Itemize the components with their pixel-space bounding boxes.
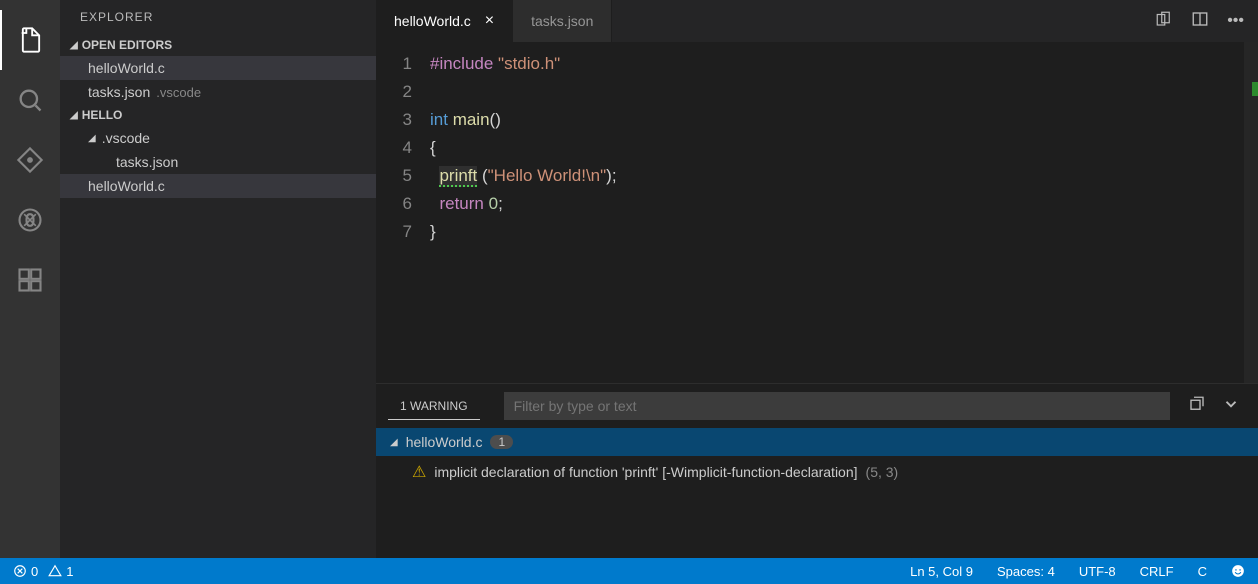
tab-label: tasks.json	[531, 13, 593, 29]
tab-label: helloWorld.c	[394, 13, 471, 29]
code-token: main	[448, 110, 490, 129]
status-left: 0 1	[10, 564, 76, 579]
panel-actions	[1182, 395, 1246, 418]
file-label: helloWorld.c	[88, 178, 165, 194]
code-content[interactable]: #include "stdio.h" int main() { prinft ("…	[430, 42, 1258, 383]
editor-area: helloWorld.c × tasks.json ••• 1 2 3	[376, 0, 1258, 558]
status-eol[interactable]: CRLF	[1137, 564, 1177, 579]
more-icon[interactable]: •••	[1227, 12, 1244, 30]
code-token: }	[430, 222, 436, 241]
open-editor-item[interactable]: helloWorld.c	[60, 56, 376, 80]
status-bar: 0 1 Ln 5, Col 9 Spaces: 4 UTF-8 CRLF C	[0, 558, 1258, 584]
error-count: 0	[31, 564, 38, 579]
line-number: 3	[376, 106, 412, 134]
line-number: 7	[376, 218, 412, 246]
problem-item[interactable]: ⚠ implicit declaration of function 'prin…	[376, 456, 1258, 488]
code-token: {	[430, 138, 436, 157]
code-token: #include	[430, 54, 493, 73]
status-errors[interactable]: 0	[10, 564, 41, 579]
problem-location: (5, 3)	[866, 464, 899, 480]
file-path-dim: .vscode	[156, 85, 201, 100]
source-control-icon[interactable]	[0, 130, 60, 190]
file-label: tasks.json	[88, 84, 150, 100]
tab-bar: helloWorld.c × tasks.json •••	[376, 0, 1258, 42]
sidebar-title: EXPLORER	[60, 0, 376, 34]
project-header[interactable]: ◢ HELLO	[60, 104, 376, 126]
debug-icon[interactable]	[0, 190, 60, 250]
problem-count-badge: 1	[490, 435, 513, 449]
folder-item[interactable]: ◢ .vscode	[60, 126, 376, 150]
status-spaces[interactable]: Spaces: 4	[994, 564, 1058, 579]
open-editors-header[interactable]: ◢ OPEN EDITORS	[60, 34, 376, 56]
code-token: "Hello World!\n"	[488, 166, 607, 185]
code-token: return	[439, 194, 483, 213]
code-token: prinft	[439, 166, 477, 187]
tab-active[interactable]: helloWorld.c ×	[376, 0, 513, 42]
panel-title[interactable]: 1 WARNING	[388, 393, 480, 420]
code-token: 0	[489, 194, 498, 213]
code-token: ()	[490, 110, 501, 129]
chevron-down-icon: ◢	[88, 133, 96, 144]
file-item[interactable]: helloWorld.c	[60, 174, 376, 198]
tab-inactive[interactable]: tasks.json	[513, 0, 612, 42]
split-editor-icon[interactable]	[1191, 10, 1209, 33]
line-number: 6	[376, 190, 412, 218]
problem-message: implicit declaration of function 'prinft…	[434, 464, 857, 480]
collapse-all-icon[interactable]	[1188, 395, 1206, 418]
status-warnings[interactable]: 1	[45, 564, 76, 579]
chevron-down-icon: ◢	[390, 437, 398, 448]
line-number: 1	[376, 50, 412, 78]
explorer-icon[interactable]	[0, 10, 60, 70]
sidebar: EXPLORER ◢ OPEN EDITORS helloWorld.c tas…	[60, 0, 376, 558]
status-right: Ln 5, Col 9 Spaces: 4 UTF-8 CRLF C	[907, 564, 1248, 579]
chevron-down-icon: ◢	[70, 40, 78, 51]
search-icon[interactable]	[0, 70, 60, 130]
problem-file-label: helloWorld.c	[406, 434, 483, 450]
line-number: 2	[376, 78, 412, 106]
warning-icon: ⚠	[412, 462, 426, 482]
code-editor[interactable]: 1 2 3 4 5 6 7 #include "stdio.h" int mai…	[376, 42, 1258, 383]
status-cursor[interactable]: Ln 5, Col 9	[907, 564, 976, 579]
filter-input[interactable]	[504, 392, 1170, 420]
chevron-down-icon: ◢	[70, 110, 78, 121]
problems-panel: 1 WARNING ◢ helloWorld.c 1	[376, 383, 1258, 558]
file-label: helloWorld.c	[88, 60, 165, 76]
scrollbar[interactable]	[1244, 42, 1258, 383]
compare-icon[interactable]	[1155, 10, 1173, 33]
code-token: "stdio.h"	[493, 54, 560, 73]
status-encoding[interactable]: UTF-8	[1076, 564, 1119, 579]
status-language[interactable]: C	[1195, 564, 1210, 579]
file-label: tasks.json	[116, 154, 178, 170]
code-token: int	[430, 110, 448, 129]
code-token: (	[477, 166, 487, 185]
close-icon[interactable]: ×	[485, 12, 494, 30]
line-number: 4	[376, 134, 412, 162]
gutter: 1 2 3 4 5 6 7	[376, 42, 430, 383]
problems-body: ◢ helloWorld.c 1 ⚠ implicit declaration …	[376, 428, 1258, 558]
activity-bar	[0, 0, 60, 558]
line-number: 5	[376, 162, 412, 190]
tab-actions: •••	[1155, 0, 1258, 42]
chevron-down-icon[interactable]	[1222, 395, 1240, 418]
panel-header: 1 WARNING	[376, 384, 1258, 428]
file-item[interactable]: tasks.json	[60, 150, 376, 174]
code-token: ;	[498, 194, 503, 213]
open-editor-item[interactable]: tasks.json .vscode	[60, 80, 376, 104]
extensions-icon[interactable]	[0, 250, 60, 310]
folder-label: .vscode	[102, 130, 150, 146]
project-label: HELLO	[82, 108, 123, 122]
problem-file-row[interactable]: ◢ helloWorld.c 1	[376, 428, 1258, 456]
feedback-icon[interactable]	[1228, 564, 1248, 578]
warning-count: 1	[66, 564, 73, 579]
code-token: );	[606, 166, 616, 185]
open-editors-label: OPEN EDITORS	[82, 38, 172, 52]
